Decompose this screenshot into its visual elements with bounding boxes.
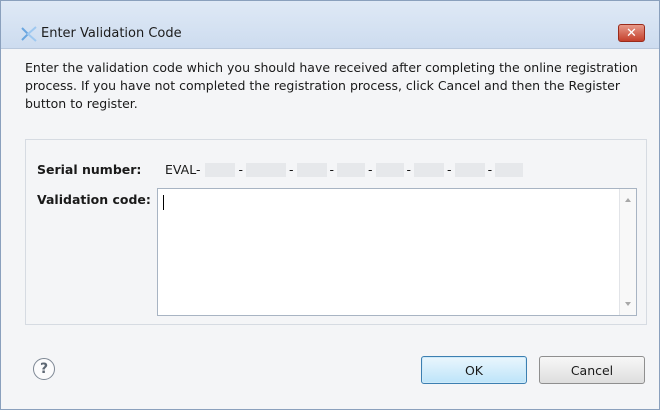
redacted-segment [375,162,404,177]
serial-separator: - [368,162,373,177]
redacted-segment [296,162,327,177]
validation-code-label: Validation code: [37,192,151,207]
text-caret [163,195,164,210]
serial-separator: - [487,162,493,177]
validation-code-input[interactable] [157,188,637,316]
form-group: Serial number: EVAL- - - - - - - - Valid… [25,139,647,325]
close-icon: ✕ [626,25,637,41]
help-icon[interactable]: ? [33,358,55,380]
serial-separator: - [406,162,412,177]
redacted-segment [454,162,485,177]
serial-separator: - [329,162,335,177]
redacted-segment [205,162,236,177]
redacted-segment [414,162,445,177]
serial-separator: - [447,162,452,177]
redacted-segment [495,162,524,177]
serial-separator: - [288,162,294,177]
title-bar: Enter Validation Code ✕ [1,1,659,49]
dialog-window: Enter Validation Code ✕ Enter the valida… [0,0,660,410]
window-title: Enter Validation Code [41,26,182,41]
ok-button-label: OK [464,362,484,378]
serial-prefix: EVAL- [165,162,201,177]
scroll-down-icon[interactable] [625,302,631,306]
serial-number-label: Serial number: [37,162,142,177]
app-icon [21,26,37,42]
close-button[interactable]: ✕ [618,24,645,42]
redacted-segment [337,162,366,177]
scroll-up-icon[interactable] [625,198,631,202]
cancel-button[interactable]: Cancel [539,356,645,384]
vertical-scrollbar[interactable] [619,189,636,315]
serial-number-value: EVAL- - - - - - - - [165,162,526,177]
cancel-button-label: Cancel [570,362,614,378]
instruction-text: Enter the validation code which you shou… [25,60,638,111]
ok-button[interactable]: OK [421,356,527,384]
redacted-segment [245,162,286,177]
dialog-content: Enter the validation code which you shou… [1,50,659,409]
serial-separator: - [238,162,243,177]
help-glyph: ? [39,361,49,377]
